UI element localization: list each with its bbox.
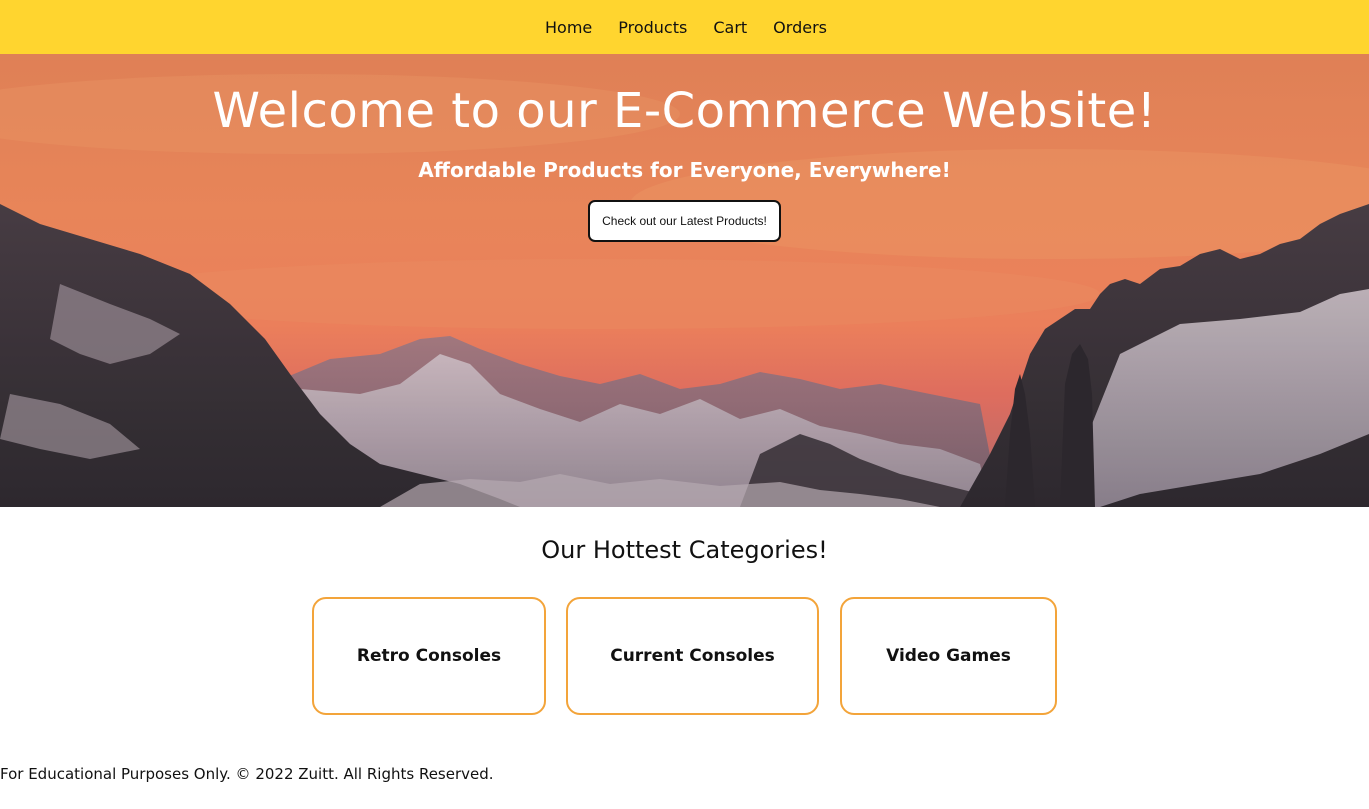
hero-banner: Welcome to our E-Commerce Website! Affor… bbox=[0, 54, 1369, 507]
nav-link-orders[interactable]: Orders bbox=[773, 18, 827, 37]
category-card-video-games[interactable]: Video Games bbox=[840, 597, 1057, 715]
latest-products-button[interactable]: Check out our Latest Products! bbox=[588, 200, 781, 242]
category-card-current-consoles[interactable]: Current Consoles bbox=[566, 597, 819, 715]
hero-subtitle: Affordable Products for Everyone, Everyw… bbox=[418, 158, 951, 182]
top-navbar: Home Products Cart Orders bbox=[0, 0, 1369, 54]
category-card-label: Video Games bbox=[886, 646, 1011, 666]
footer-text: For Educational Purposes Only. © 2022 Zu… bbox=[0, 765, 494, 783]
nav-link-cart[interactable]: Cart bbox=[713, 18, 747, 37]
category-card-label: Retro Consoles bbox=[356, 646, 502, 666]
category-card-retro-consoles[interactable]: Retro Consoles bbox=[312, 597, 546, 715]
categories-heading: Our Hottest Categories! bbox=[541, 536, 828, 564]
hero-title: Welcome to our E-Commerce Website! bbox=[212, 83, 1157, 139]
nav-links: Home Products Cart Orders bbox=[532, 18, 840, 37]
nav-link-products[interactable]: Products bbox=[618, 18, 687, 37]
category-card-label: Current Consoles bbox=[610, 646, 775, 666]
nav-link-home[interactable]: Home bbox=[545, 18, 592, 37]
